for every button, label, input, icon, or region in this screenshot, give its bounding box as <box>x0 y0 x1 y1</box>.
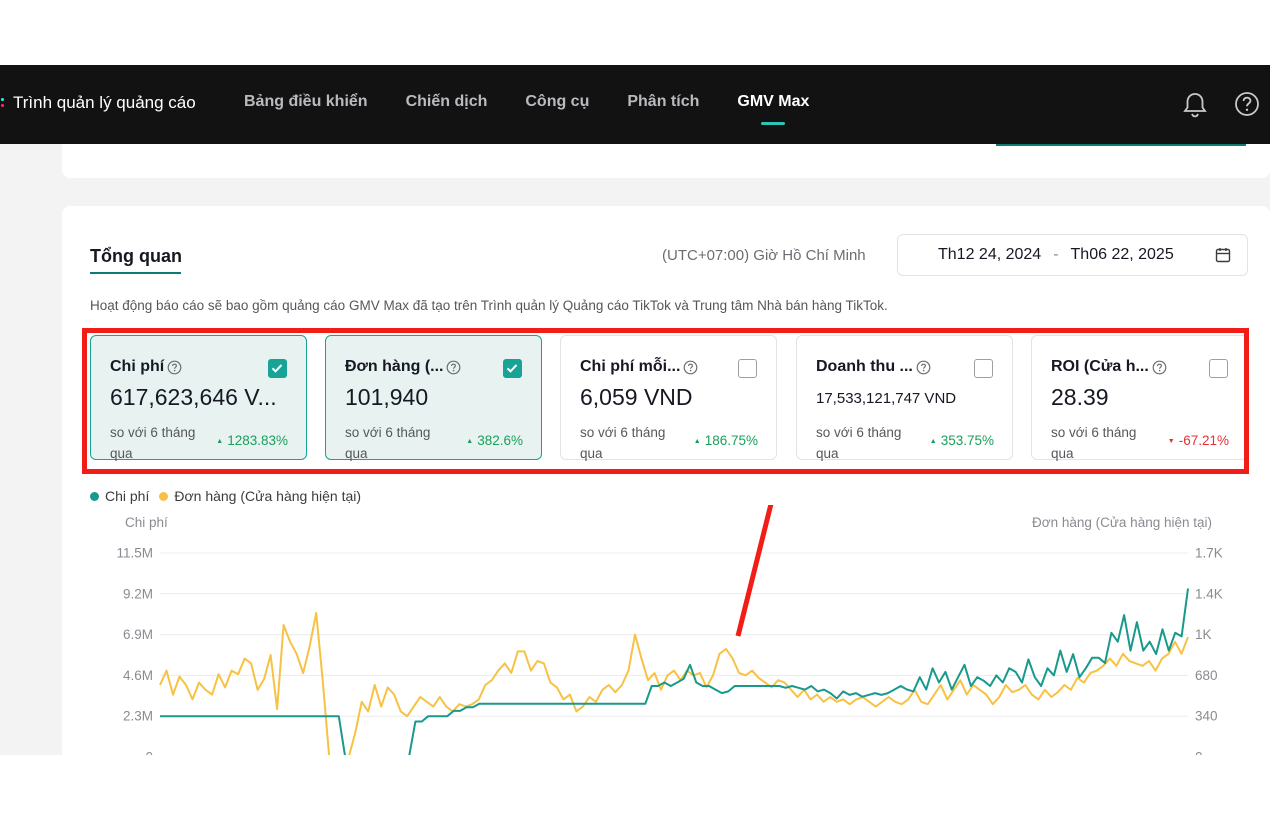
date-range-picker[interactable]: Th12 24, 2024 - Th06 22, 2025 <box>897 234 1248 276</box>
y-axis-left-title: Chi phí <box>125 515 168 530</box>
left-tick-label: 2.3M <box>123 709 153 724</box>
y-axis-right-title: Đơn hàng (Cửa hàng hiện tại) <box>1032 515 1212 530</box>
nav-campaigns[interactable]: Chiến dịch <box>406 93 488 125</box>
overview-description: Hoạt động báo cáo sẽ bao gồm quảng cáo G… <box>90 298 888 313</box>
annotation-arrow <box>735 505 774 637</box>
main-nav: Bảng điều khiển Chiến dịch Công cụ Phân … <box>244 93 847 125</box>
brand-title: Trình quản lý quảng cáo <box>13 93 196 112</box>
brand[interactable]: Trình quản lý quảng cáo <box>0 93 196 113</box>
help-icon[interactable] <box>1234 91 1260 117</box>
legend-item-cost[interactable]: Chi phí <box>90 488 149 504</box>
crop-bottom-area <box>0 755 1270 820</box>
bell-icon[interactable] <box>1182 91 1208 119</box>
line-chart: Chi phí Đơn hàng (Cửa hàng hiện tại) 11.5M… <box>116 505 1223 755</box>
date-start: Th12 24, 2024 <box>938 246 1042 263</box>
crop-top-area <box>0 0 1270 65</box>
legend-item-orders[interactable]: Đơn hàng (Cửa hàng hiện tại) <box>159 488 361 504</box>
nav-dashboard[interactable]: Bảng điều khiển <box>244 93 368 125</box>
left-tick-label: 9.2M <box>123 586 153 601</box>
overview-title[interactable]: Tổng quan <box>90 246 182 267</box>
right-tick-label: 680 <box>1195 668 1218 683</box>
left-tick-label: 11.5M <box>116 546 153 561</box>
calendar-icon <box>1215 248 1231 263</box>
right-tick-label: 340 <box>1195 709 1218 724</box>
nav-tools[interactable]: Công cụ <box>525 93 589 125</box>
chart-legend: Chi phí Đơn hàng (Cửa hàng hiện tại) <box>90 488 361 504</box>
date-separator: - <box>1053 246 1059 263</box>
right-tick-label: 1.4K <box>1195 586 1223 601</box>
previous-card <box>62 144 1270 178</box>
timezone-label: (UTC+07:00) Giờ Hồ Chí Minh <box>662 247 866 264</box>
left-tick-label: 4.6M <box>123 668 153 683</box>
nav-gmv-max[interactable]: GMV Max <box>737 93 809 125</box>
nav-analytics[interactable]: Phân tích <box>627 93 699 125</box>
right-tick-label: 1K <box>1195 627 1212 642</box>
annotation-highlight-box <box>82 328 1249 474</box>
top-navbar: Trình quản lý quảng cáo Bảng điều khiển … <box>0 65 1270 144</box>
date-end: Th06 22, 2025 <box>1070 246 1174 263</box>
left-tick-label: 6.9M <box>123 627 153 642</box>
tab-underline <box>90 272 181 274</box>
tiktok-logo-icon <box>0 97 8 109</box>
right-tick-label: 1.7K <box>1195 546 1223 561</box>
